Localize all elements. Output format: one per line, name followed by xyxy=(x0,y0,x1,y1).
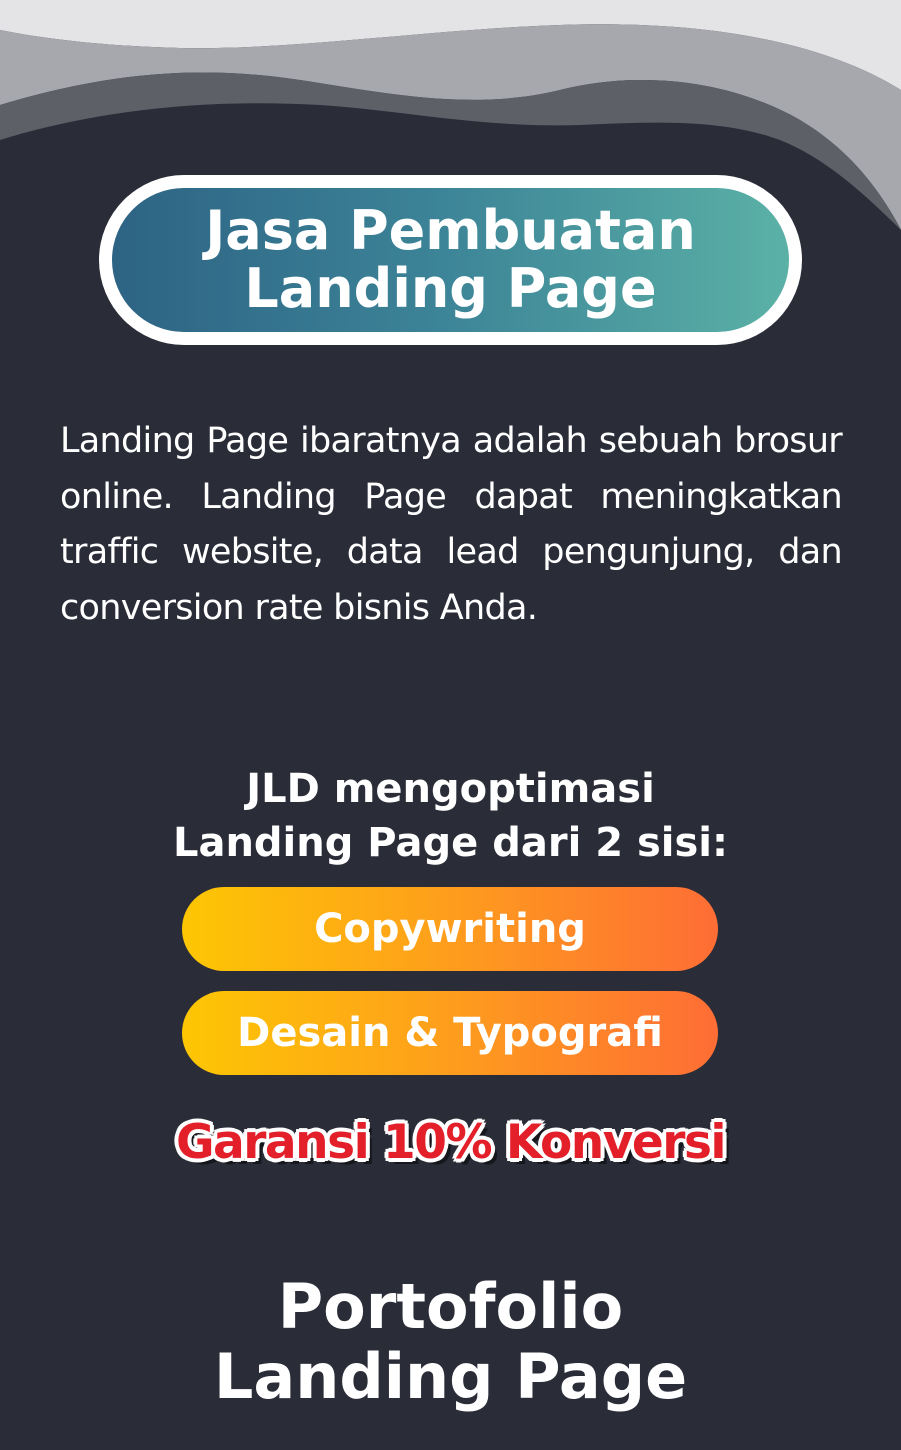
hero-title-gradient: Jasa Pembuatan Landing Page xyxy=(112,188,789,332)
guarantee-badge-text: Garansi 10% Konversi xyxy=(175,1115,727,1170)
landing-page-banner: Jasa Pembuatan Landing Page Landing Page… xyxy=(0,0,901,1450)
description-paragraph: Landing Page ibaratnya adalah sebuah bro… xyxy=(60,421,843,628)
optimize-heading: JLD mengoptimasi Landing Page dari 2 sis… xyxy=(0,762,901,870)
optimize-heading-line-2: Landing Page dari 2 sisi: xyxy=(172,820,729,866)
hero-title-pill: Jasa Pembuatan Landing Page xyxy=(99,175,802,345)
portfolio-heading-line-1: Portofolio xyxy=(277,1270,624,1343)
hero-title-line-1: Jasa Pembuatan xyxy=(205,199,696,262)
feature-pill-copywriting: Copywriting xyxy=(182,887,718,971)
feature-pill-design-typography: Desain & Typografi xyxy=(182,991,718,1075)
optimize-heading-line-1: JLD mengoptimasi xyxy=(246,766,655,812)
hero-title-line-2: Landing Page xyxy=(244,257,657,320)
portfolio-heading-line-2: Landing Page xyxy=(213,1340,688,1413)
portfolio-heading: Portofolio Landing Page xyxy=(0,1272,901,1412)
